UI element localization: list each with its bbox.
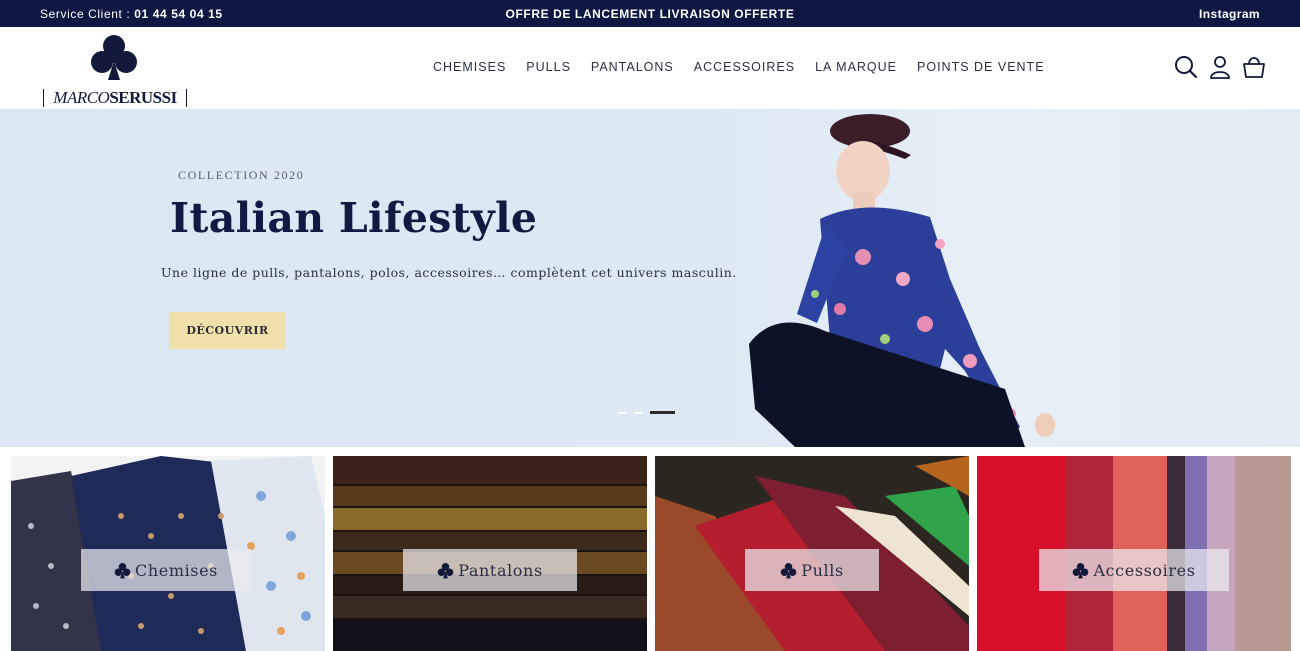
promo-banner: OFFRE DE LANCEMENT LIVRAISON OFFERTE: [505, 7, 795, 21]
hero-model-image: [749, 114, 1055, 447]
slider-dot[interactable]: [634, 411, 642, 414]
header-actions: [1174, 55, 1266, 79]
hero-banner: COLLECTION 2020 Italian Lifestyle Une li…: [0, 109, 1300, 447]
account-icon[interactable]: [1208, 55, 1232, 79]
category-label[interactable]: Pulls: [745, 549, 879, 591]
category-tiles: Chemises Pantalons Pulls Accessoires: [11, 456, 1291, 651]
club-icon: [1073, 562, 1089, 578]
category-label[interactable]: Accessoires: [1039, 549, 1229, 591]
category-label[interactable]: Pantalons: [403, 549, 577, 591]
nav-la-marque[interactable]: LA MARQUE: [815, 60, 897, 74]
club-icon: [114, 562, 131, 578]
category-tile-pulls[interactable]: Pulls: [655, 456, 969, 651]
brand-logo[interactable]: MARCOSERUSSI: [40, 31, 190, 107]
nav-chemises[interactable]: CHEMISES: [433, 60, 506, 74]
slider-dot[interactable]: [618, 411, 626, 414]
hero-kicker: COLLECTION 2020: [178, 168, 305, 182]
slider-dot-active[interactable]: [650, 411, 675, 414]
club-icon: [780, 562, 797, 578]
club-icon: [437, 562, 454, 578]
brand-wordmark: MARCOSERUSSI: [43, 89, 187, 107]
nav-accessoires[interactable]: ACCESSOIRES: [694, 60, 795, 74]
category-tile-chemises[interactable]: Chemises: [11, 456, 325, 651]
site-header: MARCOSERUSSI CHEMISES PULLS PANTALONS AC…: [0, 27, 1300, 109]
main-nav: CHEMISES PULLS PANTALONS ACCESSOIRES LA …: [433, 60, 1065, 74]
top-bar: Service Client : 01 44 54 04 15 OFFRE DE…: [0, 0, 1300, 27]
slider-dots: [618, 411, 675, 414]
instagram-link[interactable]: Instagram: [1199, 7, 1260, 21]
nav-pantalons[interactable]: PANTALONS: [591, 60, 674, 74]
hero-subtitle: Une ligne de pulls, pantalons, polos, ac…: [161, 265, 737, 280]
search-icon[interactable]: [1174, 55, 1198, 79]
category-label[interactable]: Chemises: [81, 549, 251, 591]
hero-title: Italian Lifestyle: [170, 194, 538, 242]
nav-points-de-vente[interactable]: POINTS DE VENTE: [917, 60, 1045, 74]
cart-icon[interactable]: [1242, 55, 1266, 79]
discover-button[interactable]: DÉCOUVRIR: [169, 312, 286, 349]
nav-pulls[interactable]: PULLS: [526, 60, 571, 74]
category-tile-pantalons[interactable]: Pantalons: [333, 456, 647, 651]
category-tile-accessoires[interactable]: Accessoires: [977, 456, 1291, 651]
club-icon: [91, 35, 137, 80]
